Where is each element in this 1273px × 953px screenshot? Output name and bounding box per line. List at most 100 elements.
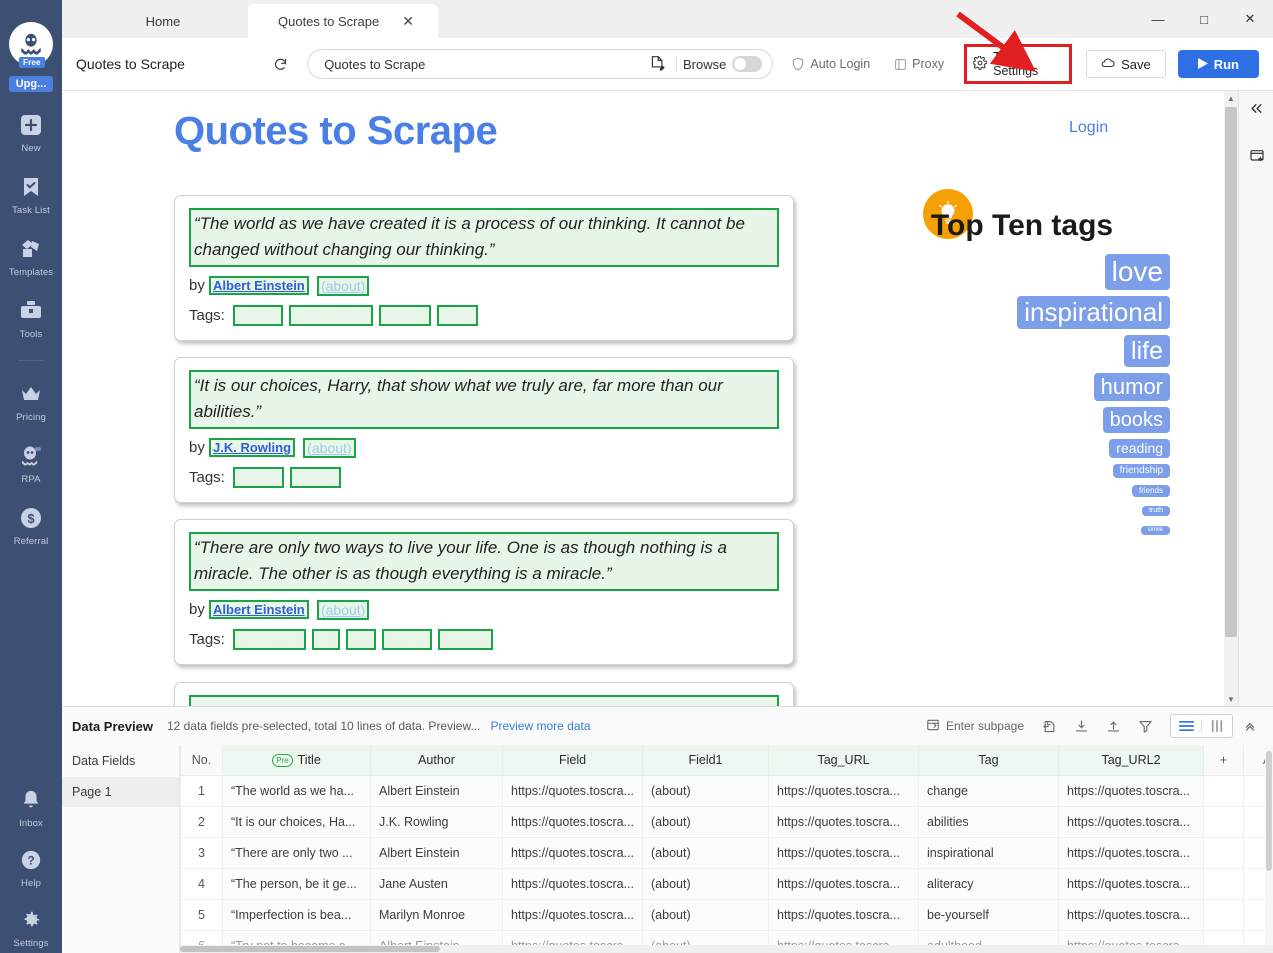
quote-tag[interactable]: abilities [233, 467, 284, 488]
quote-about-link[interactable]: (about) [317, 276, 369, 296]
add-page-icon[interactable] [1034, 713, 1064, 739]
sidebar-item-settings[interactable]: Settings [0, 905, 62, 949]
quote-tag[interactable]: change [233, 305, 283, 326]
sidebar-item-pricing[interactable]: Pricing [0, 379, 62, 423]
filter-icon[interactable] [1130, 713, 1160, 739]
quote-card[interactable]: “It is our choices, Harry, that show wha… [174, 357, 794, 503]
preview-more-data-link[interactable]: Preview more data [490, 719, 590, 733]
quote-text[interactable]: “It is our choices, Harry, that show wha… [189, 370, 779, 429]
url-input[interactable] [308, 57, 644, 72]
list-view-icon[interactable] [1171, 715, 1201, 737]
quote-text[interactable]: “There are only two ways to live your li… [189, 532, 779, 591]
minimize-button[interactable]: — [1135, 0, 1181, 38]
save-button[interactable]: Save [1086, 50, 1166, 78]
quote-tag[interactable]: miracles [438, 629, 493, 650]
browse-toggle[interactable] [732, 56, 762, 72]
quote-tag[interactable]: life [312, 629, 340, 650]
sidebar-item-inbox[interactable]: Inbox [0, 785, 62, 829]
sidebar-item-tools[interactable]: Tools [0, 296, 62, 340]
col-author[interactable]: Author [371, 745, 503, 775]
tag-cloud-item[interactable]: simile [1141, 526, 1170, 535]
tag-cloud-item[interactable]: friendship [1113, 464, 1170, 478]
quote-author-link[interactable]: Albert Einstein [209, 276, 309, 295]
column-view-icon[interactable] [1202, 715, 1232, 737]
quote-tag[interactable]: world [437, 305, 477, 326]
quote-tags: Tags: abilities choices [189, 467, 779, 488]
enter-subpage-button[interactable]: Enter subpage [918, 718, 1032, 735]
double-chevron-left-icon[interactable] [1239, 91, 1273, 125]
close-window-button[interactable]: ✕ [1227, 0, 1273, 38]
quote-about-link[interactable]: (about) [303, 438, 355, 458]
account-avatar[interactable]: Free [9, 22, 53, 66]
add-column-button[interactable]: + [1204, 745, 1244, 775]
quote-text[interactable] [189, 695, 779, 706]
table-row[interactable]: 3 “There are only two ... Albert Einstei… [181, 837, 1273, 868]
col-tag[interactable]: Tag [919, 745, 1059, 775]
table-row[interactable]: 1 “The world as we ha... Albert Einstein… [181, 775, 1273, 806]
scroll-up-icon[interactable]: ▲ [1224, 91, 1238, 105]
hscroll-thumb[interactable] [180, 946, 440, 952]
auto-login-button[interactable]: Auto Login [785, 53, 876, 75]
document-edit-icon[interactable] [644, 56, 670, 72]
quote-tag[interactable]: live [346, 629, 377, 650]
run-button[interactable]: Run [1178, 50, 1259, 78]
maximize-button[interactable]: □ [1181, 0, 1227, 38]
table-row[interactable]: 2 “It is our choices, Ha... J.K. Rowling… [181, 806, 1273, 837]
tag-cloud-item[interactable]: books [1103, 407, 1170, 433]
quote-tag[interactable]: thinking [379, 305, 431, 326]
tag-cloud-item[interactable]: life [1124, 335, 1170, 367]
refresh-icon[interactable] [268, 51, 293, 77]
quote-card[interactable]: “The world as we have created it is a pr… [174, 195, 794, 341]
sidebar-item-task-list[interactable]: Task List [0, 172, 62, 216]
export-icon[interactable] [1098, 713, 1128, 739]
sidebar-item-new[interactable]: New [0, 110, 62, 154]
viewport-scrollbar[interactable]: ▲ ▼ [1224, 91, 1238, 706]
sidebar-item-templates[interactable]: Templates [0, 234, 62, 278]
login-link[interactable]: Login [1069, 119, 1108, 137]
proxy-button[interactable]: Proxy [888, 53, 950, 75]
tag-cloud-item[interactable]: humor [1094, 373, 1170, 401]
sidebar-item-help[interactable]: ? Help [0, 845, 62, 889]
tag-cloud-item[interactable]: reading [1109, 439, 1170, 458]
col-tag-url[interactable]: Tag_URL [769, 745, 919, 775]
quote-card[interactable] [174, 682, 794, 706]
quote-tag[interactable]: inspirational [233, 629, 306, 650]
quote-author-link[interactable]: Albert Einstein [209, 600, 309, 619]
table-vertical-scrollbar[interactable] [1265, 745, 1273, 945]
tag-cloud-item[interactable]: friends [1132, 485, 1170, 497]
sidebar-item-rpa[interactable]: RPA [0, 441, 62, 485]
scroll-down-icon[interactable]: ▼ [1224, 692, 1238, 706]
new-window-icon[interactable] [1239, 139, 1273, 173]
table-row[interactable]: 5 “Imperfection is bea... Marilyn Monroe… [181, 899, 1273, 930]
col-no[interactable]: No. [181, 745, 223, 775]
tag-cloud-item[interactable]: truth [1142, 506, 1170, 516]
quote-text[interactable]: “The world as we have created it is a pr… [189, 208, 779, 267]
sidebar-item-referral[interactable]: $ Referral [0, 503, 62, 547]
quote-tag[interactable]: deep-thoughts [289, 305, 373, 326]
collapse-panel-icon[interactable] [1235, 713, 1265, 739]
col-tag-url2[interactable]: Tag_URL2 [1059, 745, 1204, 775]
data-fields-item-page1[interactable]: Page 1 [62, 777, 179, 807]
task-settings-button[interactable]: Task Settings [964, 44, 1072, 84]
tab-home[interactable]: Home [78, 4, 248, 38]
url-bar[interactable]: Browse [307, 49, 773, 79]
table-row[interactable]: 4 “The person, be it ge... Jane Austen h… [181, 868, 1273, 899]
quote-card[interactable]: “There are only two ways to live your li… [174, 519, 794, 665]
quote-about-link[interactable]: (about) [317, 600, 369, 620]
vscroll-thumb[interactable] [1266, 751, 1272, 871]
scrollbar-thumb[interactable] [1225, 107, 1237, 637]
tag-cloud-item[interactable]: inspirational [1017, 296, 1170, 329]
quote-author-link[interactable]: J.K. Rowling [209, 438, 295, 457]
import-icon[interactable] [1066, 713, 1096, 739]
tag-cloud-item[interactable]: love [1105, 254, 1170, 290]
quote-tag[interactable]: choices [290, 467, 341, 488]
close-icon[interactable]: ✕ [402, 14, 414, 28]
col-field[interactable]: Field [503, 745, 643, 775]
tab-quotes-to-scrape[interactable]: Quotes to Scrape ✕ [248, 4, 438, 38]
quote-tag[interactable]: miracle [382, 629, 431, 650]
col-field1[interactable]: Field1 [643, 745, 769, 775]
col-title[interactable]: PreTitle [223, 745, 371, 775]
upgrade-button[interactable]: Upg... [9, 76, 54, 92]
table-horizontal-scrollbar[interactable] [180, 945, 1273, 953]
data-table-wrapper[interactable]: No. PreTitle Author Field Field1 Tag_URL… [180, 745, 1273, 953]
